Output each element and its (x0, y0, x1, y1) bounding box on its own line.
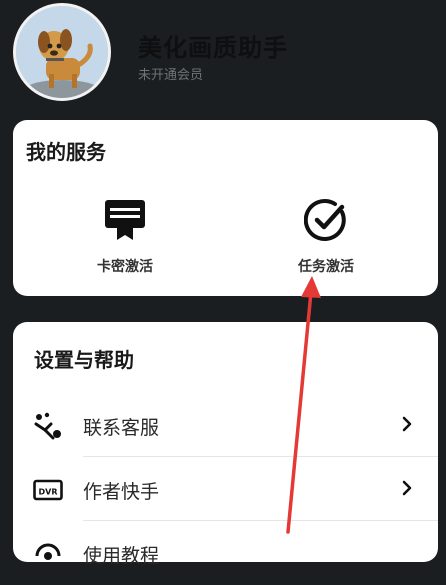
check-circle-icon (304, 199, 346, 241)
dvr-icon: DVR (33, 479, 63, 501)
tutorial-icon (35, 543, 61, 560)
app-name: 美化画质助手 (138, 34, 288, 62)
member-status: 未开通会员 (138, 68, 204, 83)
settings-item-customer-service[interactable]: 联系客服 (33, 394, 438, 457)
divider (83, 520, 438, 521)
services-title: 我的服务 (26, 140, 106, 164)
settings-item-label: 作者快手 (83, 481, 160, 503)
svg-text:DVR: DVR (39, 488, 58, 497)
avatar[interactable] (13, 3, 111, 101)
settings-item-author-kuaishou[interactable]: DVR 作者快手 (33, 458, 438, 521)
settings-help-card: 设置与帮助 联系客服 DVR 作者快手 使用教程 (13, 322, 438, 567)
service-label: 卡密激活 (97, 259, 153, 275)
settings-item-tutorial[interactable]: 使用教程 (33, 522, 438, 585)
service-card-activation[interactable]: 卡密激活 (65, 198, 185, 276)
service-task-activation[interactable]: 任务激活 (266, 198, 386, 276)
customer-service-icon (34, 412, 61, 440)
dog-avatar-icon (16, 6, 108, 98)
my-services-card: 我的服务 卡密激活 任务激活 (13, 120, 438, 296)
profile-header: 美化画质助手 未开通会员 (0, 0, 446, 110)
card-key-icon (105, 200, 145, 240)
service-label: 任务激活 (298, 259, 354, 275)
chevron-right-icon (402, 480, 412, 496)
settings-item-label: 联系客服 (83, 417, 160, 439)
settings-item-label: 使用教程 (83, 545, 160, 567)
divider (83, 456, 438, 457)
chevron-right-icon (402, 416, 412, 432)
settings-title: 设置与帮助 (34, 348, 134, 372)
